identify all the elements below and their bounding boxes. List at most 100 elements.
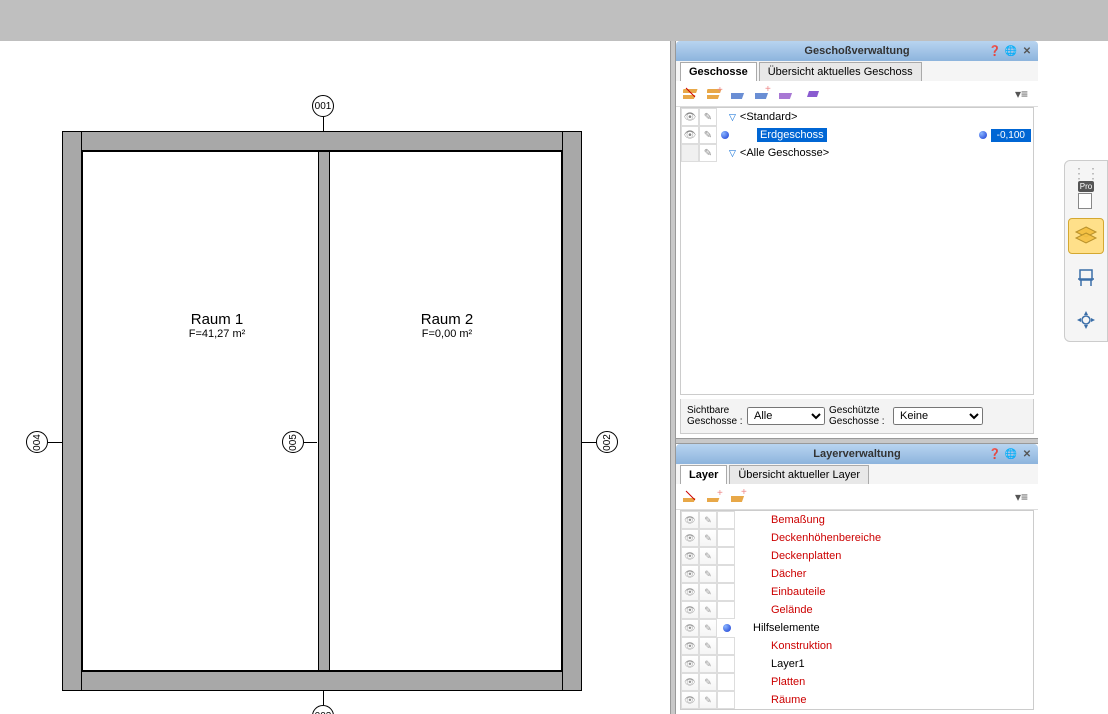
eye-icon[interactable]: 👁 bbox=[681, 619, 699, 637]
side-btn-navigate[interactable] bbox=[1068, 302, 1104, 338]
pencil-icon[interactable]: ✎ bbox=[699, 511, 717, 529]
tab-uebersicht-geschoss[interactable]: Übersicht aktuelles Geschoss bbox=[759, 62, 922, 81]
geschoss-toolbar-menu[interactable]: ▾≡ bbox=[1015, 87, 1032, 101]
pencil-icon[interactable]: ✎ bbox=[699, 126, 717, 144]
layer-name: Konstruktion bbox=[735, 640, 832, 652]
expand-icon[interactable]: ▽ bbox=[729, 148, 736, 159]
room-2-name: Raum 2 bbox=[362, 311, 532, 328]
geschoss-toolbar: + + ▾≡ bbox=[676, 81, 1038, 107]
close-icon[interactable]: ✕ bbox=[1020, 447, 1034, 461]
protected-geschosse-label: Geschützte Geschosse : bbox=[829, 405, 889, 427]
layer-row[interactable]: 👁✎Räume bbox=[681, 691, 1033, 709]
floor-purple2-icon[interactable] bbox=[802, 84, 822, 104]
remove-floor-icon[interactable] bbox=[682, 84, 702, 104]
active-dot-icon bbox=[721, 131, 729, 139]
layer-row[interactable]: 👁✎ Gelände bbox=[681, 601, 1033, 619]
eye-icon[interactable]: 👁 bbox=[681, 583, 699, 601]
svg-text:+: + bbox=[717, 85, 723, 96]
close-icon[interactable]: ✕ bbox=[1020, 44, 1034, 58]
layer-row[interactable]: 👁✎Dächer bbox=[681, 565, 1033, 583]
active-dot-icon bbox=[723, 624, 731, 632]
refresh-icon[interactable]: 🌐 bbox=[1004, 447, 1018, 461]
layer-row[interactable]: 👁✎Hilfselemente bbox=[681, 619, 1033, 637]
tab-layer[interactable]: Layer bbox=[680, 465, 727, 484]
tab-uebersicht-layer[interactable]: Übersicht aktueller Layer bbox=[729, 465, 869, 484]
refresh-icon[interactable]: 🌐 bbox=[1004, 44, 1018, 58]
drawing-canvas[interactable]: Raum 1 F=41,27 m² Raum 2 F=0,00 m² 001 0… bbox=[0, 41, 670, 714]
geschoss-tree[interactable]: 👁 ✎ ▽ <Standard> 👁 ✎ Erdgeschoss -0,100 bbox=[680, 107, 1034, 395]
layer-row[interactable]: 👁✎Layer1 bbox=[681, 655, 1033, 673]
layer-panel-title: Layerverwaltung bbox=[813, 448, 900, 460]
eye-icon[interactable]: 👁 bbox=[681, 547, 699, 565]
geschoss-panel-header[interactable]: Geschoßverwaltung ❓ 🌐 ✕ bbox=[676, 41, 1038, 61]
side-btn-furniture[interactable] bbox=[1068, 260, 1104, 296]
tree-row-alle[interactable]: ✎ ▽ <Alle Geschosse> bbox=[681, 144, 1033, 162]
layer-row[interactable]: 👁✎Deckenplatten bbox=[681, 547, 1033, 565]
pencil-icon[interactable]: ✎ bbox=[699, 108, 717, 126]
pencil-icon[interactable]: ✎ bbox=[699, 583, 717, 601]
marker-right: 002 bbox=[596, 431, 618, 453]
pencil-icon[interactable]: ✎ bbox=[699, 601, 717, 619]
new-layer-icon[interactable]: + bbox=[730, 487, 750, 507]
layer-name: Einbauteile bbox=[735, 586, 825, 598]
floor-blue-add-icon[interactable]: + bbox=[754, 84, 774, 104]
eye-icon[interactable]: 👁 bbox=[681, 637, 699, 655]
floor-purple-icon[interactable] bbox=[778, 84, 798, 104]
blank-cell bbox=[717, 601, 735, 619]
eye-icon[interactable] bbox=[681, 144, 699, 162]
layer-row[interactable]: 👁✎Platten bbox=[681, 673, 1033, 691]
eye-icon[interactable]: 👁 bbox=[681, 691, 699, 709]
layer-row[interactable]: 👁✎ Einbauteile bbox=[681, 583, 1033, 601]
tree-alle-label: <Alle Geschosse> bbox=[738, 147, 829, 159]
expand-icon[interactable]: ▽ bbox=[729, 112, 736, 123]
pencil-icon[interactable]: ✎ bbox=[699, 529, 717, 547]
blank-cell bbox=[717, 691, 735, 709]
help-icon[interactable]: ❓ bbox=[988, 447, 1002, 461]
layer-toolbar-menu[interactable]: ▾≡ bbox=[1015, 490, 1032, 504]
blank-cell bbox=[717, 547, 735, 565]
pencil-icon[interactable]: ✎ bbox=[699, 637, 717, 655]
main-area: Raum 1 F=41,27 m² Raum 2 F=0,00 m² 001 0… bbox=[0, 41, 1108, 714]
pencil-icon[interactable]: ✎ bbox=[699, 547, 717, 565]
pencil-icon[interactable]: ✎ bbox=[699, 655, 717, 673]
eye-icon[interactable]: 👁 bbox=[681, 126, 699, 144]
layer-panel-header[interactable]: Layerverwaltung ❓ 🌐 ✕ bbox=[676, 444, 1038, 464]
tab-geschosse[interactable]: Geschosse bbox=[680, 62, 757, 81]
pencil-icon[interactable]: ✎ bbox=[699, 673, 717, 691]
pencil-icon[interactable]: ✎ bbox=[699, 565, 717, 583]
layer-row[interactable]: 👁✎Deckenhöhenbereiche bbox=[681, 529, 1033, 547]
marker-center: 005 bbox=[282, 431, 304, 453]
blank-cell bbox=[717, 565, 735, 583]
protected-geschosse-select[interactable]: Keine bbox=[893, 407, 983, 425]
eye-icon[interactable]: 👁 bbox=[681, 601, 699, 619]
layer-row[interactable]: 👁✎Bemaßung bbox=[681, 511, 1033, 529]
svg-text:+: + bbox=[741, 488, 747, 498]
add-layer-icon[interactable]: + bbox=[706, 487, 726, 507]
pencil-icon[interactable]: ✎ bbox=[699, 619, 717, 637]
erdgeschoss-value: -0,100 bbox=[991, 129, 1031, 142]
floor-blue-icon[interactable] bbox=[730, 84, 750, 104]
layer-name: Gelände bbox=[735, 604, 813, 616]
pencil-icon[interactable]: ✎ bbox=[699, 691, 717, 709]
visible-geschosse-label: Sichtbare Geschosse : bbox=[687, 405, 743, 427]
eye-icon[interactable]: 👁 bbox=[681, 108, 699, 126]
geschoss-panel-title: Geschoßverwaltung bbox=[804, 45, 909, 57]
help-icon[interactable]: ❓ bbox=[988, 44, 1002, 58]
layer-row[interactable]: 👁✎ Konstruktion bbox=[681, 637, 1033, 655]
side-btn-layers[interactable] bbox=[1068, 218, 1104, 254]
side-panels: Geschoßverwaltung ❓ 🌐 ✕ Geschosse Übersi… bbox=[676, 41, 1038, 714]
visible-geschosse-select[interactable]: Alle bbox=[747, 407, 825, 425]
side-btn-pro[interactable]: Pro bbox=[1068, 176, 1104, 212]
eye-icon[interactable]: 👁 bbox=[681, 565, 699, 583]
layer-list[interactable]: 👁✎Bemaßung👁✎Deckenhöhenbereiche👁✎Deckenp… bbox=[680, 510, 1034, 710]
eye-icon[interactable]: 👁 bbox=[681, 673, 699, 691]
eye-icon[interactable]: 👁 bbox=[681, 511, 699, 529]
pencil-icon[interactable]: ✎ bbox=[699, 144, 717, 162]
tree-row-erdgeschoss[interactable]: 👁 ✎ Erdgeschoss -0,100 bbox=[681, 126, 1033, 144]
eye-icon[interactable]: 👁 bbox=[681, 655, 699, 673]
layer-toolbar: + + ▾≡ bbox=[676, 484, 1038, 510]
remove-layer-icon[interactable] bbox=[682, 487, 702, 507]
tree-row-standard[interactable]: 👁 ✎ ▽ <Standard> bbox=[681, 108, 1033, 126]
eye-icon[interactable]: 👁 bbox=[681, 529, 699, 547]
add-floor-icon[interactable]: + bbox=[706, 84, 726, 104]
